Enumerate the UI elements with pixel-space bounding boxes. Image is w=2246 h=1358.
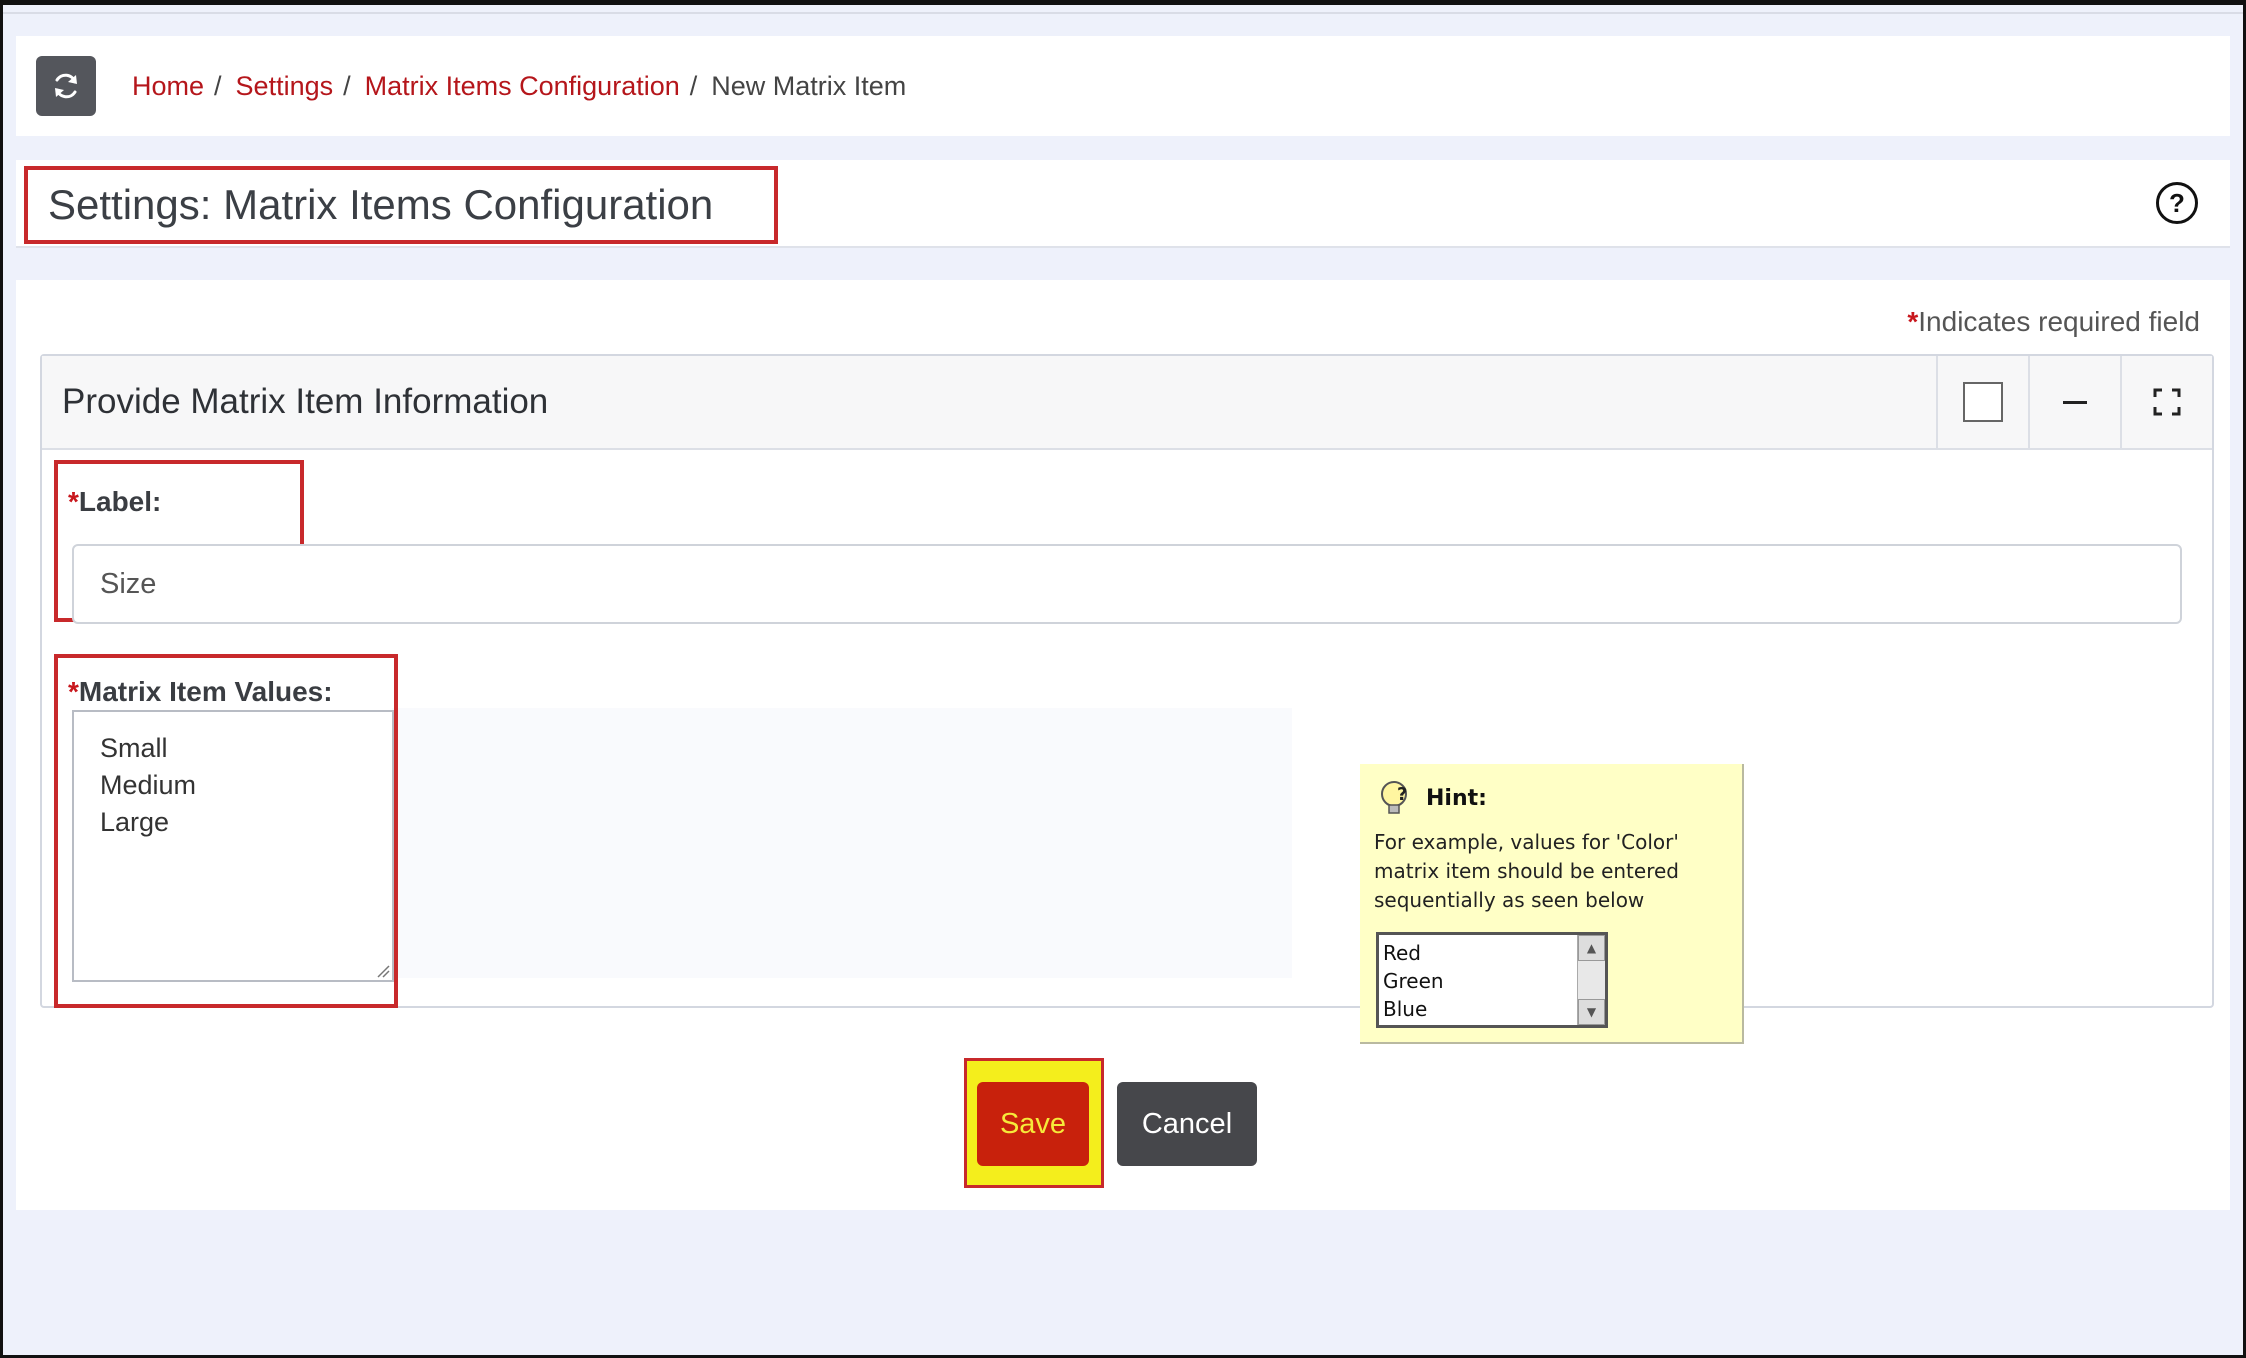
expand-icon (2153, 388, 2181, 416)
page-title: Settings: Matrix Items Configuration (24, 166, 778, 244)
hint-title: Hint: (1426, 785, 1487, 811)
breadcrumb-bar: Home / Settings / Matrix Items Configura… (16, 36, 2230, 136)
values-background (392, 708, 1292, 978)
values-field-label: *Matrix Item Values: (68, 676, 333, 708)
collapse-button[interactable] (2028, 356, 2120, 448)
card-tools (1936, 356, 2212, 448)
values-field-text: Matrix Item Values: (78, 676, 333, 707)
label-field-text: Label: (78, 486, 162, 517)
hint-list-items: Red Green Blue (1383, 939, 1444, 1023)
help-icon[interactable]: ? (2156, 182, 2198, 224)
value-line: Medium (100, 770, 197, 800)
card-checkbox[interactable] (1963, 382, 2003, 422)
breadcrumb-home[interactable]: Home (132, 71, 204, 102)
hint-example-item: Red (1383, 941, 1421, 965)
breadcrumb-separator: / (689, 70, 698, 101)
card-select-tool[interactable] (1936, 356, 2028, 448)
page-title-bar: Settings: Matrix Items Configuration ? (16, 160, 2230, 248)
refresh-button[interactable] (36, 56, 96, 116)
minus-icon (2063, 400, 2087, 404)
scroll-down-icon: ▼ (1578, 999, 1605, 1025)
required-field-note: *Indicates required field (1907, 306, 2200, 338)
refresh-icon (55, 73, 77, 99)
card-header: Provide Matrix Item Information (42, 356, 2212, 450)
matrix-item-card: Provide Matrix Item Information *Label: (40, 354, 2214, 1044)
svg-text:?: ? (1397, 784, 1407, 805)
required-note-text: Indicates required field (1918, 306, 2200, 337)
breadcrumb-current: New Matrix Item (711, 70, 907, 101)
scroll-up-icon: ▲ (1578, 935, 1605, 961)
hint-example-item: Blue (1383, 997, 1428, 1021)
top-divider (0, 12, 2246, 14)
breadcrumb-matrix-items-configuration[interactable]: Matrix Items Configuration (365, 71, 680, 102)
hint-header: ? Hint: (1374, 776, 1487, 820)
hint-example-list: Red Green Blue ▲ ▼ (1376, 932, 1608, 1028)
value-line: Large (100, 807, 170, 837)
value-line: Small (100, 733, 168, 763)
required-star: * (68, 486, 79, 517)
matrix-item-values-textarea[interactable]: Small Medium Large (72, 710, 394, 982)
required-star: * (1907, 306, 1919, 337)
label-field-label: *Label: (68, 486, 161, 518)
resize-grip-icon[interactable] (376, 964, 390, 978)
label-input[interactable] (72, 544, 2182, 624)
hint-text: For example, values for 'Color' matrix i… (1374, 830, 1679, 912)
lightbulb-question-icon: ? (1381, 781, 1407, 814)
card-title: Provide Matrix Item Information (62, 382, 549, 421)
main-content: *Indicates required field Provide Matrix… (16, 280, 2230, 1210)
hint-example-item: Green (1383, 969, 1444, 993)
hint-box: ? Hint: For example, values for 'Color' … (1360, 764, 1744, 1044)
save-button[interactable]: Save (977, 1082, 1089, 1166)
cancel-button[interactable]: Cancel (1117, 1082, 1257, 1166)
required-star: * (68, 676, 79, 707)
breadcrumb-separator: / (214, 70, 222, 101)
save-button-highlight: Save (964, 1058, 1104, 1188)
hint-scrollbar: ▲ ▼ (1577, 935, 1605, 1025)
breadcrumb-settings[interactable]: Settings (236, 71, 334, 102)
maximize-button[interactable] (2120, 356, 2212, 448)
breadcrumb-separator: / (343, 70, 351, 101)
